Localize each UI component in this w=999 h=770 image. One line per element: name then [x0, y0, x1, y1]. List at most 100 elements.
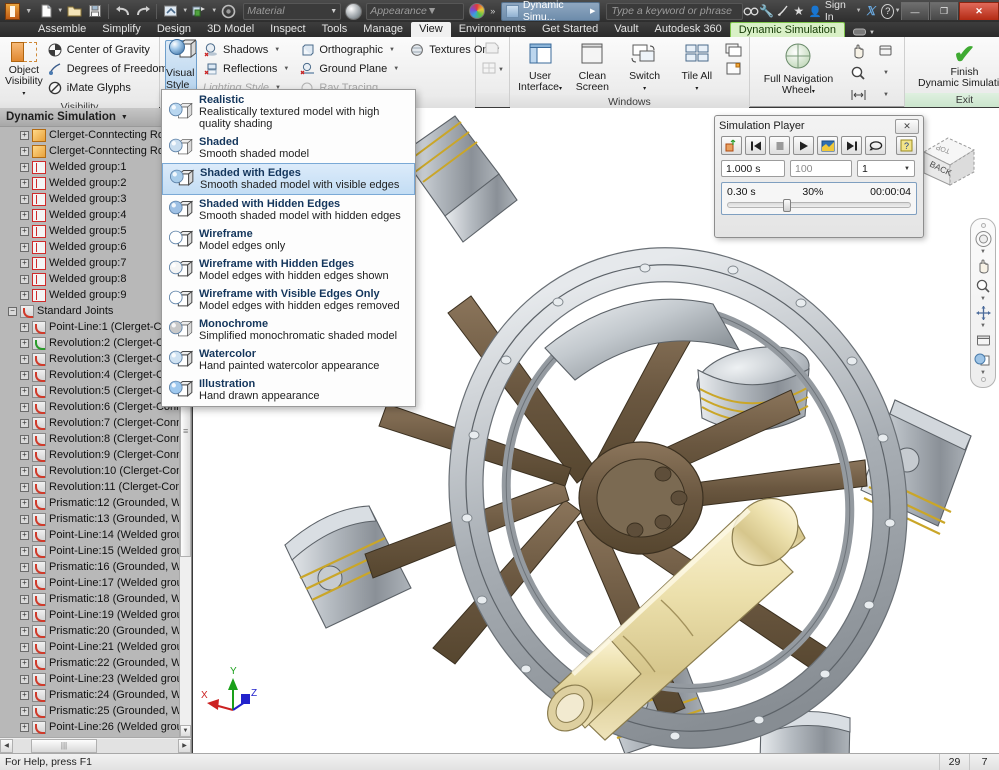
visual-style-menu-item[interactable]: Shaded Smooth shaded model — [162, 133, 415, 163]
final-time-input[interactable]: 1.000 s — [721, 160, 785, 177]
qat-overflow-icon[interactable]: » — [490, 6, 495, 16]
tab-dynamic-simulation[interactable]: Dynamic Simulation — [729, 22, 845, 37]
appearance-combo[interactable]: Appearance ▼ — [366, 2, 465, 20]
ribbon-display-options-icon[interactable]: ▼ — [853, 28, 875, 37]
browser-node[interactable]: + Prismatic:16 (Grounded, Welded — [0, 559, 179, 575]
collapse-toggle-icon[interactable]: − — [8, 306, 17, 316]
update-dropdown-icon[interactable]: ▼ — [210, 8, 218, 14]
chevron-down-icon[interactable]: ▼ — [121, 114, 128, 121]
close-icon[interactable]: ✕ — [895, 118, 919, 134]
hscrollbar-thumb[interactable]: ||| — [31, 738, 97, 753]
orbit-dropdown-icon[interactable]: ▼ — [980, 323, 986, 329]
search-input[interactable]: Type a keyword or phrase — [606, 2, 743, 20]
shadows-button[interactable]: Shadows ▼ — [201, 40, 291, 59]
browser-node[interactable]: + Point-Line:23 (Welded group:7, C — [0, 671, 179, 687]
repeat-button[interactable] — [865, 136, 886, 155]
ground-plane-button[interactable]: Ground Plane ▼ — [297, 59, 401, 78]
images-count-input[interactable]: 100 — [790, 160, 852, 177]
scroll-down-arrow-icon[interactable]: ▼ — [180, 725, 191, 737]
orbit-icon[interactable] — [973, 303, 994, 322]
visual-style-menu-item[interactable]: Shaded with Edges Smooth shaded model wit… — [162, 163, 415, 195]
orthographic-button[interactable]: Orthographic ▼ — [297, 40, 401, 59]
expand-toggle-icon[interactable]: + — [20, 194, 29, 204]
object-visibility-button[interactable]: Object Visibility ▾ — [5, 40, 43, 100]
appearance-color-icon[interactable] — [469, 3, 486, 19]
expand-toggle-icon[interactable]: + — [20, 418, 29, 428]
imate-glyphs-button[interactable]: iMate Glyphs — [45, 78, 170, 97]
browser-node[interactable]: + Point-Line:19 (Welded group:5, C — [0, 607, 179, 623]
view-cube[interactable]: BACK TOP — [916, 130, 980, 192]
expand-toggle-icon[interactable]: + — [20, 498, 29, 508]
expand-toggle-icon[interactable]: + — [20, 290, 29, 300]
filter-select[interactable]: 1 ▼ — [857, 160, 915, 177]
browser-node[interactable]: + Welded group:4 — [0, 207, 179, 223]
document-tab[interactable]: Dynamic Simu... ▶ — [501, 0, 601, 23]
pan-icon[interactable] — [973, 256, 994, 275]
expand-toggle-icon[interactable]: + — [20, 434, 29, 444]
browser-node[interactable]: + Welded group:3 — [0, 191, 179, 207]
help-icon[interactable]: ? — [881, 3, 895, 19]
browser-node[interactable]: + Prismatic:20 (Grounded, Welded — [0, 623, 179, 639]
exchange-apps-icon[interactable]: 𝕏 — [866, 4, 876, 18]
stop-button[interactable] — [769, 136, 790, 155]
browser-node[interactable]: + Revolution:10 (Clerget-Conntecti — [0, 463, 179, 479]
expand-toggle-icon[interactable]: + — [20, 226, 29, 236]
browser-node[interactable]: + Clerget-Conntecting Rod:8 — [0, 143, 179, 159]
new-file-icon[interactable] — [36, 2, 55, 21]
browser-node[interactable]: + Point-Line:15 (Welded group:3, C — [0, 543, 179, 559]
full-navigation-wheel-button[interactable]: Full Navigation Wheel▾ — [755, 40, 842, 98]
zoom-icon[interactable] — [846, 62, 872, 83]
expand-toggle-icon[interactable]: + — [20, 610, 29, 620]
browser-node[interactable]: + Revolution:2 (Clerget-Cranks — [0, 335, 179, 351]
rewind-button[interactable] — [745, 136, 766, 155]
browser-node[interactable]: + Welded group:8 — [0, 271, 179, 287]
browser-node[interactable]: + Prismatic:12 (Grounded, Welded — [0, 495, 179, 511]
browser-node[interactable]: − Standard Joints — [0, 303, 179, 319]
browser-node[interactable]: + Revolution:7 (Clerget-Connte — [0, 415, 179, 431]
user-interface-button[interactable]: User Interface▾ — [515, 40, 565, 95]
browser-node[interactable]: + Prismatic:13 (Grounded, Welded — [0, 511, 179, 527]
return-dropdown-icon[interactable]: ▼ — [181, 8, 189, 14]
expand-toggle-icon[interactable]: + — [20, 514, 29, 524]
help-dropdown-icon[interactable]: ▼ — [894, 8, 901, 14]
tab-vault[interactable]: Vault — [606, 22, 646, 37]
zoom-dropdown-icon[interactable]: ▼ — [873, 62, 899, 83]
browser-horizontal-scrollbar[interactable]: ◀ ||| ▶ — [0, 737, 191, 753]
simulation-time-slider[interactable] — [727, 199, 911, 212]
browser-node[interactable]: + Point-Line:14 (Welded group:2, C — [0, 527, 179, 543]
pan-icon[interactable] — [846, 40, 872, 61]
visual-style-button[interactable]: Visual Style ▼ — [165, 38, 198, 96]
select-icon[interactable] — [219, 2, 238, 21]
expand-toggle-icon[interactable]: + — [20, 722, 29, 732]
browser-node[interactable]: + Point-Line:1 (Clerget-Crankca — [0, 319, 179, 335]
visual-style-menu-item[interactable]: Realistic Realistically textured model wi… — [162, 91, 415, 133]
look-at-icon[interactable] — [973, 330, 994, 349]
expand-toggle-icon[interactable]: + — [20, 482, 29, 492]
visual-style-dropdown-menu[interactable]: Realistic Realistically textured model wi… — [161, 89, 416, 407]
expand-toggle-icon[interactable]: + — [20, 178, 29, 188]
open-file-icon[interactable] — [65, 2, 84, 21]
hscroll-track[interactable]: ||| — [13, 738, 178, 753]
app-menu-caret-icon[interactable]: ▼ — [25, 0, 32, 22]
browser-node[interactable]: + Point-Line:26 (Welded group:8, C — [0, 719, 179, 735]
visual-style-menu-item[interactable]: Monochrome Simplified monochromatic shade… — [162, 315, 415, 345]
browser-node[interactable]: + Revolution:3 (Clerget-Connte — [0, 351, 179, 367]
expand-toggle-icon[interactable]: + — [20, 130, 29, 140]
tab-design[interactable]: Design — [149, 22, 199, 37]
orbit-icon[interactable] — [873, 40, 899, 61]
zoom-dropdown-icon[interactable]: ▼ — [980, 296, 986, 302]
browser-node[interactable]: + Welded group:7 — [0, 255, 179, 271]
expand-toggle-icon[interactable]: + — [20, 546, 29, 556]
browser-node[interactable]: + Point-Line:21 (Welded group:6, C — [0, 639, 179, 655]
new-file-dropdown-icon[interactable]: ▼ — [56, 8, 64, 14]
scroll-left-arrow-icon[interactable]: ◀ — [0, 738, 13, 753]
browser-node[interactable]: +Prismatic:27 (Grounded, Welded — [0, 735, 179, 737]
tab-manage[interactable]: Manage — [355, 22, 411, 37]
expand-toggle-icon[interactable]: + — [20, 322, 29, 332]
browser-node[interactable]: + Point-Line:17 (Welded group:4, C — [0, 575, 179, 591]
expand-toggle-icon[interactable]: + — [20, 338, 29, 348]
browser-node[interactable]: + Revolution:4 (Clerget-Connte — [0, 367, 179, 383]
expand-toggle-icon[interactable]: + — [20, 242, 29, 252]
expand-toggle-icon[interactable]: + — [20, 210, 29, 220]
maximize-button[interactable]: ❐ — [930, 2, 958, 20]
